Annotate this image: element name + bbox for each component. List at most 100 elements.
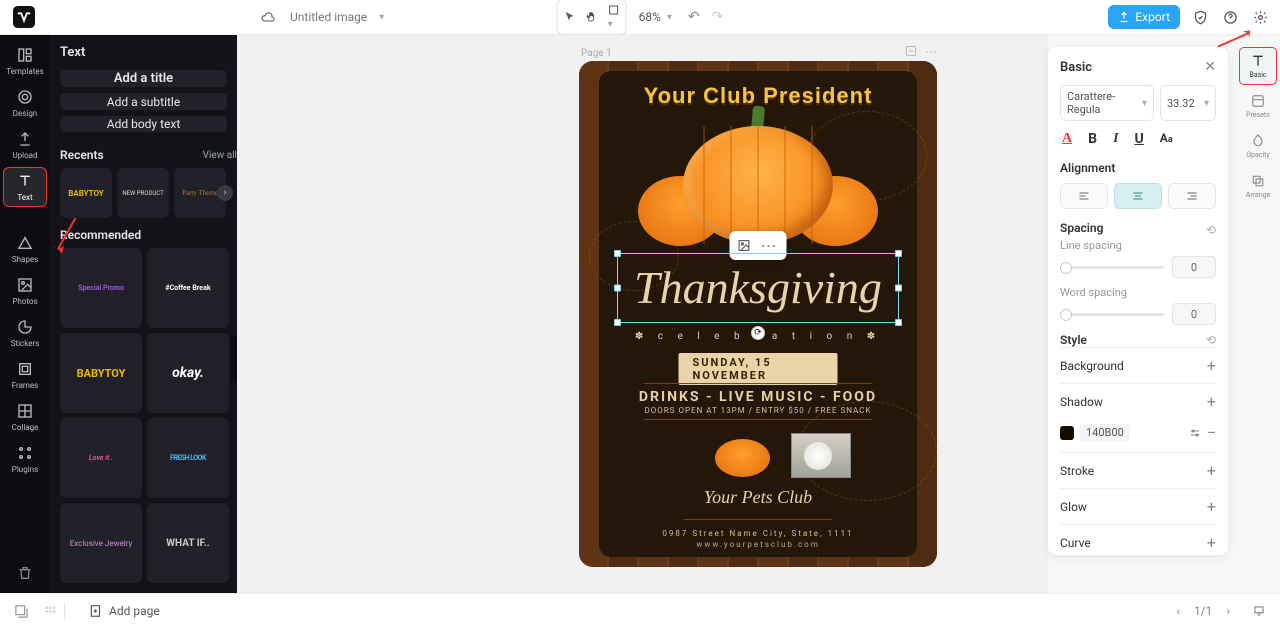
properties-rail: Basic Presets Opacity Arrange xyxy=(1236,35,1280,593)
canvas[interactable]: Page 1 ⋯ Your Club President ⋯ xyxy=(237,35,1048,593)
prop-arrange[interactable]: Arrange xyxy=(1239,167,1277,205)
shadow-color-swatch[interactable] xyxy=(1060,426,1074,440)
shield-icon[interactable] xyxy=(1190,7,1210,27)
grid-icon[interactable] xyxy=(43,604,58,619)
rail-stickers[interactable]: Stickers xyxy=(3,313,47,353)
remove-shadow-button[interactable]: − xyxy=(1207,423,1216,442)
flyer-club-name[interactable]: Your Pets Club xyxy=(599,487,917,508)
add-page-button[interactable]: Add page xyxy=(89,604,160,618)
help-icon[interactable] xyxy=(1220,7,1240,27)
bold-button[interactable]: B xyxy=(1088,131,1097,147)
add-glow-button[interactable]: + xyxy=(1207,497,1216,516)
add-curve-button[interactable]: + xyxy=(1207,533,1216,552)
pet-photo[interactable] xyxy=(791,433,851,478)
text-style-thumb[interactable]: WHAT IF.. xyxy=(147,503,229,583)
rail-templates[interactable]: Templates xyxy=(3,41,47,81)
rail-plugins[interactable]: Plugins xyxy=(3,439,47,479)
rail-collage[interactable]: Collage xyxy=(3,397,47,437)
chevron-down-icon[interactable]: ▾ xyxy=(379,12,384,23)
underline-button[interactable]: U xyxy=(1135,131,1144,147)
align-left-button[interactable] xyxy=(1060,183,1108,209)
text-style-thumb[interactable]: FRESH LOOK xyxy=(147,418,229,498)
text-style-thumb[interactable]: Exclusive Jewelry xyxy=(60,503,142,583)
page-lock-icon[interactable] xyxy=(905,45,917,59)
alignment-label: Alignment xyxy=(1060,161,1216,175)
recommended-label: Recommended xyxy=(60,228,141,242)
cursor-tool-icon[interactable] xyxy=(564,11,576,23)
line-spacing-label: Line spacing xyxy=(1060,239,1216,252)
page-label: Page 1 xyxy=(581,48,612,59)
redo-button[interactable]: ↷ xyxy=(712,9,724,25)
recent-thumb[interactable]: BABYTOY xyxy=(60,168,112,218)
app-logo[interactable] xyxy=(10,3,38,31)
text-style-thumb[interactable]: okay. xyxy=(147,333,229,413)
replace-image-icon[interactable] xyxy=(738,239,751,252)
add-title-button[interactable]: Add a title xyxy=(60,70,227,87)
layers-icon[interactable] xyxy=(14,604,29,619)
text-style-thumb[interactable]: #Coffee Break xyxy=(147,248,229,328)
line-spacing-slider[interactable] xyxy=(1060,266,1164,269)
close-icon[interactable]: ✕ xyxy=(1204,59,1216,75)
flyer-url[interactable]: www.yourpetsclub.com xyxy=(599,540,917,549)
reset-style-icon[interactable]: ⟲ xyxy=(1206,333,1216,347)
text-color-button[interactable]: A xyxy=(1062,131,1072,147)
text-style-thumb[interactable]: Love it . xyxy=(60,418,142,498)
rail-upload[interactable]: Upload xyxy=(3,125,47,165)
hand-tool-icon[interactable] xyxy=(586,11,598,23)
text-style-thumb[interactable]: BABYTOY xyxy=(60,333,142,413)
flyer-celebration[interactable]: ✽ c e l e b r a t i o n ✽ xyxy=(599,331,917,342)
document-title[interactable]: Untitled image xyxy=(290,10,367,24)
shadow-hex[interactable]: 140B00 xyxy=(1080,424,1130,441)
prop-opacity[interactable]: Opacity xyxy=(1239,127,1277,165)
align-center-button[interactable] xyxy=(1114,183,1162,209)
rail-shapes[interactable]: Shapes xyxy=(3,229,47,269)
align-right-button[interactable] xyxy=(1168,183,1216,209)
flyer-address[interactable]: 0987 Street Name City, State, 1111 xyxy=(599,529,917,538)
recent-thumb[interactable]: NEW PRODUCT xyxy=(117,168,169,218)
rail-trash[interactable] xyxy=(3,553,47,593)
zoom-value[interactable]: 68% xyxy=(639,10,661,24)
add-shadow-button[interactable]: + xyxy=(1207,392,1216,411)
small-pumpkin-graphic[interactable] xyxy=(707,433,777,478)
export-button[interactable]: Export xyxy=(1108,5,1180,29)
prop-basic[interactable]: Basic xyxy=(1239,47,1277,85)
shadow-settings-icon[interactable] xyxy=(1189,427,1201,439)
font-size-input[interactable]: 33.32▾ xyxy=(1160,85,1216,121)
case-button[interactable]: Aa xyxy=(1160,131,1173,147)
undo-button[interactable]: ↶ xyxy=(688,9,700,25)
flyer-canvas-item[interactable]: Your Club President ⋯ ⟳ Thanksgiving xyxy=(579,61,937,567)
view-all-link[interactable]: View all xyxy=(203,150,237,161)
add-stroke-button[interactable]: + xyxy=(1207,461,1216,480)
word-spacing-input[interactable] xyxy=(1172,303,1216,325)
add-body-button[interactable]: Add body text xyxy=(60,116,227,132)
chevron-down-icon[interactable]: ▾ xyxy=(667,12,672,23)
carousel-next-icon[interactable]: › xyxy=(217,185,233,201)
word-spacing-slider[interactable] xyxy=(1060,313,1164,316)
spacing-label: Spacing xyxy=(1060,221,1103,235)
prop-presets[interactable]: Presets xyxy=(1239,87,1277,125)
gear-icon[interactable] xyxy=(1250,7,1270,27)
frame-tool-icon[interactable]: ▾ xyxy=(608,4,620,30)
present-icon[interactable] xyxy=(1252,604,1266,618)
rail-frames[interactable]: Frames xyxy=(3,355,47,395)
flyer-small[interactable]: DOORS OPEN AT 13PM / ENTRY $50 / FREE SN… xyxy=(599,406,917,415)
add-subtitle-button[interactable]: Add a subtitle xyxy=(60,93,227,109)
flyer-date[interactable]: SUNDAY, 15 NOVEMBER xyxy=(679,353,838,385)
text-style-thumb[interactable]: Special Promo xyxy=(60,248,142,328)
line-spacing-input[interactable] xyxy=(1172,256,1216,278)
add-background-button[interactable]: + xyxy=(1207,356,1216,375)
reset-spacing-icon[interactable]: ⟲ xyxy=(1206,223,1216,237)
page-more-icon[interactable]: ⋯ xyxy=(925,45,937,59)
prev-page-button[interactable]: ‹ xyxy=(1176,604,1180,618)
cloud-icon[interactable] xyxy=(258,7,278,27)
rail-photos[interactable]: Photos xyxy=(3,271,47,311)
font-select[interactable]: Carattere-Regula▾ xyxy=(1060,85,1154,121)
flyer-title[interactable]: Thanksgiving xyxy=(599,261,917,314)
flyer-info[interactable]: DRINKS - LIVE MUSIC - FOOD xyxy=(599,389,917,405)
properties-panel: Basic✕ Carattere-Regula▾ 33.32▾ A B I U … xyxy=(1048,47,1228,555)
italic-button[interactable]: I xyxy=(1113,131,1118,147)
rail-design[interactable]: Design xyxy=(3,83,47,123)
next-page-button[interactable]: › xyxy=(1226,604,1230,618)
rail-text[interactable]: Text xyxy=(3,167,47,207)
pumpkin-graphic[interactable] xyxy=(638,111,878,246)
